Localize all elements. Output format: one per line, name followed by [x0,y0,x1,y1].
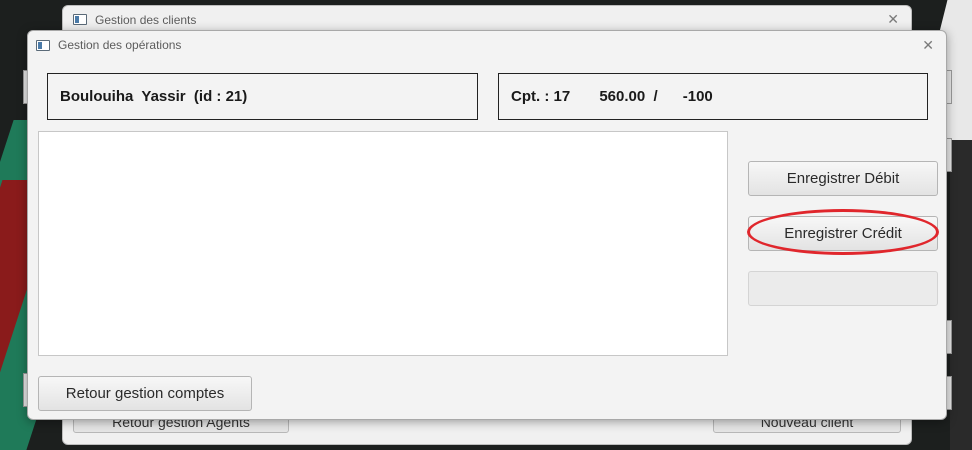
clients-window-titlebar: Gestion des clients ✕ [63,6,911,33]
record-debit-button[interactable]: Enregistrer Débit [748,161,938,196]
record-debit-button-label: Enregistrer Débit [786,170,900,187]
window-app-icon [73,14,87,25]
wallpaper-dark-stripe [950,140,972,450]
return-accounts-button[interactable]: Retour gestion comptes [38,376,252,411]
account-info-panel: Cpt. : 17 560.00 / -100 [498,73,928,120]
record-credit-button[interactable]: Enregistrer Crédit [748,216,938,251]
close-icon[interactable]: ✕ [887,12,899,26]
operations-window-titlebar: Gestion des opérations ✕ [28,31,946,59]
account-info-label: Cpt. : 17 560.00 / -100 [511,88,713,105]
operations-list[interactable] [38,131,728,356]
operations-window-title: Gestion des opérations [58,38,182,52]
return-accounts-button-label: Retour gestion comptes [65,385,225,402]
client-info-panel: Boulouiha Yassir (id : 21) [47,73,478,120]
clients-window-title: Gestion des clients [95,12,197,27]
window-app-icon [36,39,50,51]
disabled-empty-button[interactable] [748,271,938,306]
close-icon[interactable]: ✕ [922,38,934,52]
record-credit-button-label: Enregistrer Crédit [784,225,902,242]
operations-window: Gestion des opérations ✕ Boulouiha Yassi… [27,30,947,420]
client-info-label: Boulouiha Yassir (id : 21) [60,88,248,105]
